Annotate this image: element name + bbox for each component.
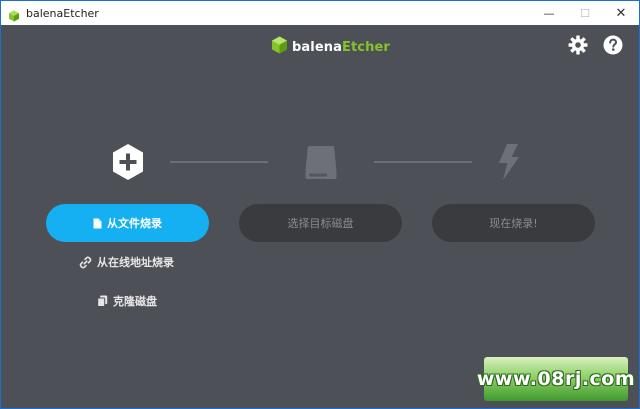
clone-drive-link[interactable]: 克隆磁盘 [97, 293, 157, 309]
copy-icon [97, 295, 108, 307]
window-controls: — ☐ ✕ [531, 1, 639, 25]
logo-text: balenaEtcher [292, 39, 390, 55]
lightning-icon [497, 144, 521, 180]
plus-hexagon-icon [110, 143, 146, 181]
window-title: balenaEtcher [26, 6, 99, 20]
balena-cube-icon [271, 36, 288, 58]
title-bar: balenaEtcher — ☐ ✕ [1, 1, 639, 25]
gear-icon [568, 35, 588, 59]
flash-from-url-link[interactable]: 从在线地址烧录 [79, 254, 174, 270]
step-connector [170, 161, 268, 163]
app-logo: balenaEtcher [271, 36, 390, 58]
file-icon [93, 218, 102, 229]
select-target-button[interactable]: 选择目标磁盘 [239, 204, 402, 242]
maximize-button[interactable]: ☐ [567, 1, 603, 25]
app-window: balenaEtcher — ☐ ✕ balenaEtcher 从文件烧录 选择… [0, 0, 640, 409]
flash-now-button[interactable]: 现在烧录! [432, 204, 595, 242]
drive-icon [304, 144, 338, 180]
watermark-logo: www.08rj.com [477, 357, 635, 401]
step-connector [374, 161, 472, 163]
settings-button[interactable] [567, 35, 589, 59]
link-icon [79, 255, 92, 269]
close-button[interactable]: ✕ [603, 1, 639, 25]
minimize-button[interactable]: — [531, 1, 567, 25]
help-icon [603, 35, 623, 59]
help-button[interactable] [602, 35, 624, 59]
balena-cube-icon [8, 7, 20, 22]
flash-from-file-button[interactable]: 从文件烧录 [46, 204, 209, 242]
